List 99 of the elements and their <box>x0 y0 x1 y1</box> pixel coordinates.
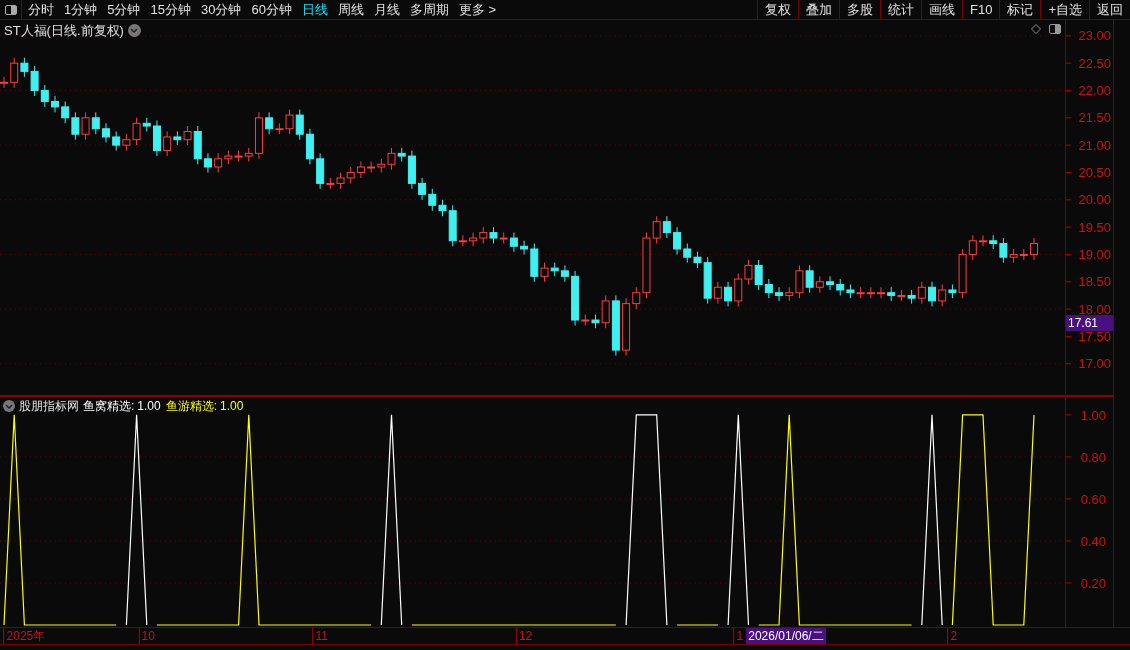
period-tab[interactable]: 60分钟 <box>251 0 292 20</box>
candlestick <box>1019 248 1028 261</box>
period-tab[interactable]: 更多 > <box>458 0 497 20</box>
indicator-axis-label: 0.40 <box>1080 533 1106 549</box>
candlestick <box>367 161 376 173</box>
price-axis-label: 19.50 <box>1078 219 1111 235</box>
price-axis-label: 22.50 <box>1078 55 1111 71</box>
candlestick <box>979 234 987 247</box>
candlestick <box>775 286 784 302</box>
indicator-axis-label: 1.00 <box>1080 407 1106 423</box>
date-axis-label: 12 <box>518 628 533 644</box>
candlestick <box>897 289 906 302</box>
price-axis-label: 22.00 <box>1078 83 1111 98</box>
candlestick <box>866 286 875 299</box>
candlestick <box>40 84 49 108</box>
candlestick <box>356 161 365 179</box>
price-axis-label: 19.00 <box>1078 246 1111 262</box>
chart-title: ST人福(日线.前复权) <box>4 22 124 40</box>
candlestick <box>428 188 437 212</box>
candlestick <box>234 150 243 163</box>
period-tab[interactable]: 15分钟 <box>150 0 191 20</box>
toolbar-button[interactable]: 返回 <box>1089 0 1130 20</box>
period-tab[interactable]: 30分钟 <box>200 0 242 20</box>
toolbar-button[interactable]: 画线 <box>921 0 962 20</box>
date-axis-label: 2025年 <box>6 628 46 644</box>
candlestick <box>295 109 304 141</box>
toolbar-button[interactable]: 叠加 <box>798 0 839 20</box>
candlestick <box>224 150 233 165</box>
price-axis-label: 20.00 <box>1078 192 1111 208</box>
toolbar-button[interactable]: F10 <box>962 0 1000 20</box>
candlestick <box>305 128 314 165</box>
date-axis-label: 1 <box>736 628 744 644</box>
period-tab[interactable]: 1分钟 <box>64 0 98 20</box>
candlestick <box>91 111 100 135</box>
candlestick <box>336 172 345 190</box>
price-axis-label: 18.50 <box>1078 274 1111 290</box>
indicator-axis-label: 0.60 <box>1080 491 1106 507</box>
toolbar-button[interactable]: 标记 <box>999 0 1041 20</box>
price-axis-label: 17.50 <box>1078 328 1111 344</box>
candlestick <box>51 95 59 113</box>
toolbar-button[interactable]: +自选 <box>1040 0 1089 20</box>
candlestick <box>928 281 936 307</box>
price-axis-label: 21.00 <box>1078 137 1111 153</box>
candlestick <box>81 111 90 141</box>
candlestick <box>836 278 845 296</box>
candlestick <box>1030 237 1038 261</box>
toolbar-button[interactable]: 复权 <box>757 0 798 20</box>
candlestick <box>856 286 865 299</box>
chevron-icon[interactable] <box>127 24 141 38</box>
date-cursor-label: 2026/01/06/二 <box>746 628 826 644</box>
legend-label: 鱼窝精选: <box>83 398 135 415</box>
toolbar-button[interactable]: 多股 <box>839 0 880 20</box>
candlestick <box>662 215 671 239</box>
candlestick <box>0 76 8 89</box>
candlestick <box>846 284 855 299</box>
candlestick <box>683 243 692 264</box>
price-axis-label: 18.00 <box>1078 301 1111 317</box>
chevron-icon[interactable] <box>3 400 15 412</box>
indicator-axis-label: 0.20 <box>1080 576 1106 591</box>
toolbar-button[interactable]: 统计 <box>880 0 921 20</box>
period-tab[interactable]: 多周期 <box>409 0 449 20</box>
legend-value: 1.00 <box>220 398 244 415</box>
candlestick <box>102 122 110 143</box>
indicator-axis-label: 0.80 <box>1080 449 1106 465</box>
panel-toggle-icon[interactable] <box>1049 24 1061 34</box>
candlestick <box>71 111 80 141</box>
price-axis-label: 17.00 <box>1078 356 1111 372</box>
candlestick <box>61 100 70 124</box>
candlestick <box>826 275 835 291</box>
candlestick <box>673 226 682 255</box>
panel-toggle-icon[interactable] <box>4 4 17 15</box>
candlestick <box>469 232 478 247</box>
candlestick <box>418 177 427 201</box>
price-cursor-label: 17.61 <box>1066 315 1113 331</box>
period-tab[interactable]: 分时 <box>28 0 54 20</box>
candlestick <box>214 152 223 173</box>
period-tab[interactable]: 月线 <box>373 0 400 20</box>
indicator-title: 股朋指标网 <box>19 398 79 415</box>
candlestick <box>734 273 743 307</box>
price-axis-label: 23.00 <box>1078 28 1111 44</box>
candlestick <box>887 286 896 302</box>
candlestick <box>112 131 121 152</box>
candlestick <box>550 262 559 277</box>
period-tab[interactable]: 周线 <box>337 0 364 20</box>
price-axis-label: 20.50 <box>1078 165 1111 180</box>
candlestick <box>724 281 733 307</box>
candlestick <box>744 259 753 285</box>
legend-label: 鱼游精选: <box>165 398 218 415</box>
date-axis-label: 2 <box>950 628 958 644</box>
legend-value: 1.00 <box>137 398 161 415</box>
price-axis-label: 21.50 <box>1078 110 1111 126</box>
candlestick <box>560 264 569 283</box>
date-axis-label: 11 <box>315 628 328 644</box>
period-tab[interactable]: 日线 <box>301 0 328 20</box>
candlestick <box>479 226 488 244</box>
candlestick <box>877 286 886 299</box>
date-axis-label: 10 <box>141 628 155 644</box>
period-tab[interactable]: 5分钟 <box>107 0 141 20</box>
candlestick <box>346 166 355 184</box>
